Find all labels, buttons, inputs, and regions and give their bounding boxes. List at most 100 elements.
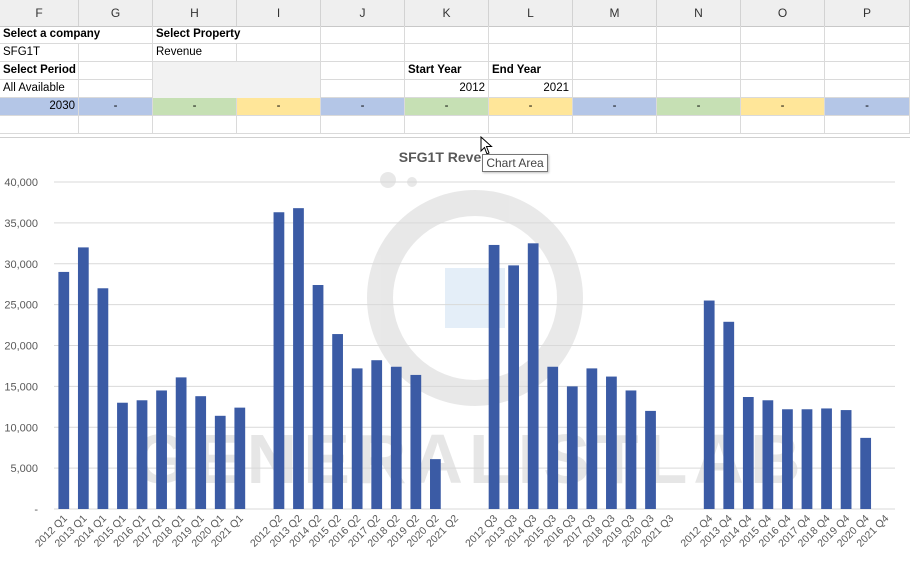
- bar: [625, 390, 637, 509]
- cell-blank[interactable]: [657, 44, 741, 62]
- column-header-i[interactable]: I: [237, 0, 321, 26]
- bar: [547, 366, 559, 509]
- cell-blank[interactable]: [825, 44, 910, 62]
- bar: [136, 400, 148, 509]
- mouse-cursor-icon: [480, 136, 493, 155]
- cell-blank[interactable]: [489, 26, 573, 44]
- cell-blank[interactable]: [825, 26, 910, 44]
- bar: [156, 390, 167, 509]
- y-axis: - 5,000 10,000 15,000 20,000 25,000 30,000 35,0…: [4, 177, 38, 516]
- cell-blank[interactable]: [573, 80, 657, 98]
- cell-period-value[interactable]: All Available: [0, 80, 79, 98]
- cell-dash[interactable]: -: [573, 98, 657, 116]
- cell-dash[interactable]: -: [825, 98, 910, 116]
- cell-blank[interactable]: [321, 44, 405, 62]
- cell-blank[interactable]: [741, 80, 825, 98]
- cell-end-year-value[interactable]: 2021: [489, 80, 573, 98]
- bar: [430, 459, 441, 509]
- cell-dash[interactable]: -: [657, 98, 741, 116]
- column-header-f[interactable]: F: [0, 0, 79, 26]
- bar: [586, 368, 598, 509]
- cell-blank[interactable]: [321, 116, 405, 134]
- cell-start-year-value[interactable]: 2012: [405, 80, 489, 98]
- cell-property-value[interactable]: Revenue: [153, 44, 237, 62]
- cell-end-year-label[interactable]: End Year: [489, 62, 573, 80]
- cell-blank[interactable]: [741, 26, 825, 44]
- cell-blank[interactable]: [405, 116, 489, 134]
- cell-blank[interactable]: [489, 44, 573, 62]
- bar: [332, 334, 343, 509]
- column-header-h[interactable]: H: [153, 0, 237, 26]
- cell-blank[interactable]: [573, 116, 657, 134]
- cell-blank[interactable]: [153, 116, 237, 134]
- cell-blank[interactable]: [657, 26, 741, 44]
- cell-blank[interactable]: [405, 44, 489, 62]
- chart-area-tooltip: Chart Area: [482, 154, 548, 172]
- cell-blank[interactable]: [0, 116, 79, 134]
- cell-dash[interactable]: -: [489, 98, 573, 116]
- cell-blank[interactable]: [825, 116, 910, 134]
- cell-blank[interactable]: [741, 116, 825, 134]
- bar: [390, 366, 402, 509]
- bar: [77, 247, 89, 509]
- chart-area[interactable]: GENERALISTLAB SFG1T Reve -5,000 10,000 15,…: [0, 137, 910, 565]
- cell-blank[interactable]: [657, 80, 741, 98]
- y-tick-label: 35,000: [4, 218, 38, 230]
- bar: [762, 400, 774, 509]
- cell-blank[interactable]: [405, 26, 489, 44]
- column-header-g[interactable]: G: [79, 0, 153, 26]
- column-header-k[interactable]: K: [405, 0, 489, 26]
- cell-blank[interactable]: [825, 80, 910, 98]
- cell-blank[interactable]: [741, 62, 825, 80]
- cell-dash[interactable]: -: [405, 98, 489, 116]
- bar: [527, 243, 539, 509]
- cell-blank[interactable]: [79, 62, 153, 80]
- bar-chart[interactable]: GENERALISTLAB SFG1T Reve -5,00010,00015,…: [0, 138, 910, 565]
- column-header-m[interactable]: M: [573, 0, 657, 26]
- column-header-l[interactable]: L: [489, 0, 573, 26]
- bar: [860, 437, 872, 509]
- cell-blank[interactable]: [489, 116, 573, 134]
- bar: [175, 377, 187, 509]
- bar: [234, 407, 246, 509]
- column-header-p[interactable]: P: [825, 0, 910, 26]
- cell-blank[interactable]: [321, 80, 405, 98]
- bar: [214, 415, 226, 509]
- cell-company-value[interactable]: SFG1T: [0, 44, 79, 62]
- cell-blank[interactable]: [79, 44, 153, 62]
- bar: [351, 368, 363, 509]
- cell-blank[interactable]: [321, 62, 405, 80]
- cell-blank[interactable]: [573, 26, 657, 44]
- cell-blank[interactable]: [573, 44, 657, 62]
- column-header-j[interactable]: J: [321, 0, 405, 26]
- cell-period-label[interactable]: Select Period: [0, 62, 79, 80]
- cell-dash[interactable]: -: [321, 98, 405, 116]
- cell-dash[interactable]: -: [741, 98, 825, 116]
- cell-gray-merged[interactable]: [153, 62, 321, 98]
- cell-property-label[interactable]: Select Property: [153, 26, 321, 44]
- column-header-o[interactable]: O: [741, 0, 825, 26]
- cell-blank[interactable]: [79, 80, 153, 98]
- cell-blank[interactable]: [825, 62, 910, 80]
- y-tick-label: 30,000: [4, 259, 38, 271]
- bar: [488, 244, 500, 509]
- column-header-n[interactable]: N: [657, 0, 741, 26]
- cell-dash[interactable]: -: [237, 98, 321, 116]
- cell-dash[interactable]: -: [153, 98, 237, 116]
- cell-company-label[interactable]: Select a company: [0, 26, 153, 44]
- y-tick-label: -: [34, 504, 38, 516]
- cell-dash[interactable]: -: [79, 98, 153, 116]
- bar: [371, 360, 383, 509]
- cell-year-2030[interactable]: 2030: [0, 98, 79, 116]
- bar: [312, 285, 324, 509]
- cell-blank[interactable]: [573, 62, 657, 80]
- cell-blank[interactable]: [657, 62, 741, 80]
- cell-blank[interactable]: [741, 44, 825, 62]
- cell-blank[interactable]: [237, 44, 321, 62]
- cell-blank[interactable]: [321, 26, 405, 44]
- cell-blank[interactable]: [79, 116, 153, 134]
- cell-blank[interactable]: [657, 116, 741, 134]
- bar: [195, 396, 207, 509]
- cell-blank[interactable]: [237, 116, 321, 134]
- cell-start-year-label[interactable]: Start Year: [405, 62, 489, 80]
